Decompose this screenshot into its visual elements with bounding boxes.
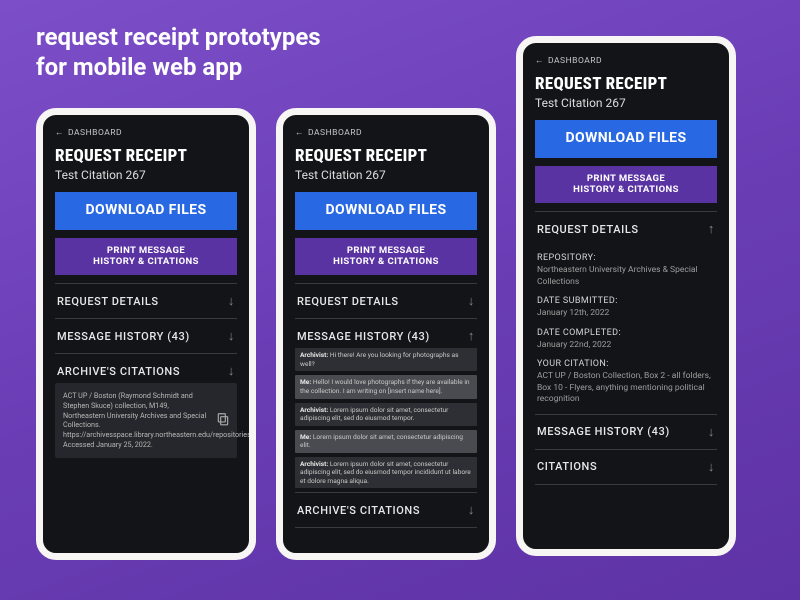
section-label: ARCHIVE'S CITATIONS — [297, 504, 420, 517]
prototype-2: ← DASHBOARD REQUEST RECEIPT Test Citatio… — [276, 108, 496, 560]
detail-repository-label: REPOSITORY: — [537, 253, 715, 263]
detail-completed-value: January 22nd, 2022 — [537, 340, 715, 351]
print-line-2: HISTORY & CITATIONS — [333, 256, 439, 267]
back-link[interactable]: ← DASHBOARD — [535, 55, 717, 66]
section-archives-citations[interactable]: ARCHIVE'S CITATIONS ↓ — [295, 492, 477, 528]
page-subtitle: Test Citation 267 — [55, 168, 237, 182]
prototype-3: ← DASHBOARD REQUEST RECEIPT Test Citatio… — [516, 36, 736, 556]
download-files-button[interactable]: DOWNLOAD FILES — [295, 192, 477, 230]
chevron-up-icon: ↑ — [708, 221, 715, 237]
chevron-down-icon: ↓ — [708, 459, 715, 475]
message-me: Me: Lorem ipsum dolor sit amet, consecte… — [295, 430, 477, 453]
heading-line-2: for mobile web app — [36, 52, 321, 82]
section-message-history[interactable]: MESSAGE HISTORY (43) ↓ — [535, 414, 717, 449]
section-message-history[interactable]: MESSAGE HISTORY (43) ↓ — [55, 318, 237, 353]
download-files-button[interactable]: DOWNLOAD FILES — [535, 120, 717, 158]
detail-submitted-label: DATE SUBMITTED: — [537, 296, 715, 306]
print-history-button[interactable]: PRINT MESSAGE HISTORY & CITATIONS — [295, 238, 477, 276]
print-line-1: PRINT MESSAGE — [107, 245, 185, 256]
section-label: ARCHIVE'S CITATIONS — [57, 365, 180, 378]
back-link[interactable]: ← DASHBOARD — [295, 127, 477, 138]
chevron-down-icon: ↓ — [708, 424, 715, 440]
page-subtitle: Test Citation 267 — [295, 168, 477, 182]
section-label: MESSAGE HISTORY (43) — [297, 330, 430, 343]
page-title: REQUEST RECEIPT — [535, 74, 717, 94]
print-line-1: PRINT MESSAGE — [587, 173, 665, 184]
detail-completed-label: DATE COMPLETED: — [537, 328, 715, 338]
chevron-down-icon: ↓ — [228, 328, 235, 344]
back-label: DASHBOARD — [548, 56, 602, 66]
detail-repository-value: Northeastern University Archives & Speci… — [537, 265, 715, 288]
chevron-down-icon: ↓ — [468, 293, 475, 309]
section-message-history[interactable]: MESSAGE HISTORY (43) ↑ — [295, 318, 477, 348]
chevron-down-icon: ↓ — [228, 363, 235, 379]
request-details-body: REPOSITORY: Northeastern University Arch… — [535, 241, 717, 413]
section-request-details[interactable]: REQUEST DETAILS ↓ — [55, 283, 237, 318]
message-me: Me: Hello! I would love photographs if t… — [295, 375, 477, 398]
back-label: DASHBOARD — [68, 128, 122, 138]
section-archives-citations[interactable]: ARCHIVE'S CITATIONS ↓ — [55, 353, 237, 383]
message-archivist: Archivist: Lorem ipsum dolor sit amet, c… — [295, 457, 477, 489]
section-label: REQUEST DETAILS — [57, 295, 159, 308]
page-title: REQUEST RECEIPT — [295, 146, 477, 166]
detail-citation-label: YOUR CITATION: — [537, 359, 715, 369]
message-archivist: Archivist: Lorem ipsum dolor sit amet, c… — [295, 403, 477, 426]
chevron-down-icon: ↓ — [468, 502, 475, 518]
page-title: REQUEST RECEIPT — [55, 146, 237, 166]
citation-panel: ACT UP / Boston (Raymond Schmidt and Ste… — [55, 383, 237, 457]
page-subtitle: Test Citation 267 — [535, 96, 717, 110]
print-line-2: HISTORY & CITATIONS — [573, 184, 679, 195]
section-request-details[interactable]: REQUEST DETAILS ↓ — [295, 283, 477, 318]
print-line-1: PRINT MESSAGE — [347, 245, 425, 256]
phones-row: ← DASHBOARD REQUEST RECEIPT Test Citatio… — [36, 108, 764, 588]
section-citations[interactable]: CITATIONS ↓ — [535, 449, 717, 485]
prototype-1: ← DASHBOARD REQUEST RECEIPT Test Citatio… — [36, 108, 256, 560]
section-label: REQUEST DETAILS — [537, 223, 639, 236]
message-archivist: Archivist: Hi there! Are you looking for… — [295, 348, 477, 371]
arrow-left-icon: ← — [535, 55, 544, 66]
arrow-left-icon: ← — [295, 127, 304, 138]
message-list: Archivist: Hi there! Are you looking for… — [295, 348, 477, 488]
chevron-up-icon: ↑ — [468, 328, 475, 344]
detail-submitted-value: January 12th, 2022 — [537, 308, 715, 319]
back-link[interactable]: ← DASHBOARD — [55, 127, 237, 138]
print-line-2: HISTORY & CITATIONS — [93, 256, 199, 267]
detail-citation-value: ACT UP / Boston Collection, Box 2 - all … — [537, 371, 715, 405]
heading-line-1: request receipt prototypes — [36, 22, 321, 52]
arrow-left-icon: ← — [55, 127, 64, 138]
download-files-button[interactable]: DOWNLOAD FILES — [55, 192, 237, 230]
section-label: CITATIONS — [537, 460, 597, 473]
print-history-button[interactable]: PRINT MESSAGE HISTORY & CITATIONS — [55, 238, 237, 276]
page-heading: request receipt prototypes for mobile we… — [36, 22, 321, 82]
citation-text: ACT UP / Boston (Raymond Schmidt and Ste… — [63, 391, 229, 449]
chevron-down-icon: ↓ — [228, 293, 235, 309]
print-history-button[interactable]: PRINT MESSAGE HISTORY & CITATIONS — [535, 166, 717, 204]
section-label: MESSAGE HISTORY (43) — [537, 425, 670, 438]
copy-icon[interactable] — [216, 412, 230, 428]
section-request-details[interactable]: REQUEST DETAILS ↑ — [535, 211, 717, 241]
section-label: MESSAGE HISTORY (43) — [57, 330, 190, 343]
back-label: DASHBOARD — [308, 128, 362, 138]
section-label: REQUEST DETAILS — [297, 295, 399, 308]
